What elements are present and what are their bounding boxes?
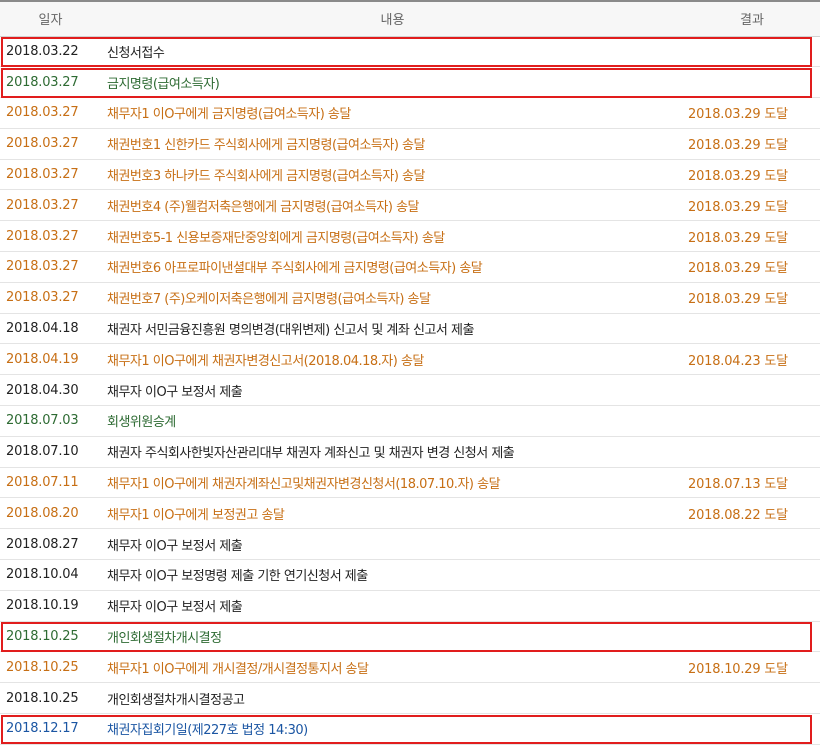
row-content: 개인회생절차개시결정 — [101, 621, 684, 653]
row-date: 2018.07.03 — [0, 405, 101, 437]
table-row: 2018.10.25 개인회생절차개시결정 — [0, 621, 820, 653]
row-content: 채권번호6 아프로파이낸셜대부 주식회사에게 금지명령(급여소득자) 송달 — [101, 251, 684, 283]
row-date: 2018.03.27 — [0, 189, 101, 222]
row-result — [684, 374, 820, 407]
table-row: 2018.03.27 채권번호3 하나카드 주식회사에게 금지명령(급여소득자) … — [0, 159, 820, 191]
row-date: 2018.03.27 — [0, 282, 101, 314]
table-row: 2018.03.27 채권번호7 (주)오케이저축은행에게 금지명령(급여소득자)… — [0, 282, 820, 314]
table-row: 2018.03.27 채권번호1 신한카드 주식회사에게 금지명령(급여소득자) … — [0, 128, 820, 160]
row-date: 2018.03.27 — [0, 159, 101, 191]
column-header-date: 일자 — [0, 0, 101, 37]
row-result: 2018.03.29 도달 — [684, 251, 820, 283]
row-content: 채무자 이O구 보정명령 제출 기한 연기신청서 제출 — [101, 559, 684, 591]
row-date: 2018.03.27 — [0, 128, 101, 160]
row-result — [684, 713, 820, 745]
table-row: 2018.03.27 채권번호5-1 신용보증재단중앙회에게 금지명령(급여소득자… — [0, 220, 820, 253]
row-date: 2018.10.25 — [0, 621, 101, 653]
table-row: 2018.08.27 채무자 이O구 보정서 제출 — [0, 528, 820, 561]
row-content: 회생위원승계 — [101, 405, 684, 437]
row-date: 2018.10.19 — [0, 590, 101, 622]
row-result: 2018.10.29 도달 — [684, 651, 820, 684]
row-date: 2018.07.10 — [0, 436, 101, 468]
row-content: 채무자 이O구 보정서 제출 — [101, 528, 684, 561]
row-result — [684, 405, 820, 437]
table-row: 2018.03.27 채권번호4 (주)웰컴저축은행에게 금지명령(급여소득자) … — [0, 189, 820, 222]
row-content: 채권번호7 (주)오케이저축은행에게 금지명령(급여소득자) 송달 — [101, 282, 684, 314]
row-content: 채무자1 이O구에게 금지명령(급여소득자) 송달 — [101, 97, 684, 129]
table-row: 2018.04.19 채무자1 이O구에게 채권자변경신고서(2018.04.18… — [0, 343, 820, 376]
table-row: 2018.10.25 채무자1 이O구에게 개시결정/개시결정통지서 송달 2018… — [0, 651, 820, 684]
row-content: 채무자 이O구 보정서 제출 — [101, 374, 684, 407]
row-date: 2018.04.18 — [0, 313, 101, 345]
row-date: 2018.10.04 — [0, 559, 101, 591]
row-result — [684, 559, 820, 591]
row-result: 2018.03.29 도달 — [684, 220, 820, 253]
column-header-content: 내용 — [101, 0, 684, 37]
row-result — [684, 436, 820, 468]
row-content: 금지명령(급여소득자) — [101, 66, 684, 99]
row-date: 2018.03.27 — [0, 66, 101, 99]
table-header: 일자 내용 결과 — [0, 0, 820, 37]
table-row: 2018.03.27 금지명령(급여소득자) — [0, 66, 820, 99]
row-date: 2018.12.17 — [0, 713, 101, 745]
table-row: 2018.03.27 채무자1 이O구에게 금지명령(급여소득자) 송달 2018.… — [0, 97, 820, 129]
table-row: 2018.10.19 채무자 이O구 보정서 제출 — [0, 590, 820, 622]
row-content: 채무자1 이O구에게 보정권고 송달 — [101, 497, 684, 530]
row-result: 2018.07.13 도달 — [684, 467, 820, 499]
table-row: 2018.07.10 채권자 주식회사한빛자산관리대부 채권자 계좌신고 및 채권… — [0, 436, 820, 468]
row-result — [684, 528, 820, 561]
table-row: 2018.04.30 채무자 이O구 보정서 제출 — [0, 374, 820, 407]
table-body: 2018.03.22 신청서접수 2018.03.27 금지명령(급여소득자) 2018… — [0, 36, 820, 745]
row-result — [684, 682, 820, 715]
row-date: 2018.03.27 — [0, 97, 101, 129]
row-date: 2018.03.22 — [0, 36, 101, 68]
row-result — [684, 313, 820, 345]
row-result: 2018.03.29 도달 — [684, 159, 820, 191]
row-result: 2018.03.29 도달 — [684, 282, 820, 314]
table-row: 2018.10.25 개인회생절차개시결정공고 — [0, 682, 820, 715]
row-content: 채권자집회기일(제227호 법정 14:30) — [101, 713, 684, 745]
table-row: 2018.04.18 채권자 서민금융진흥원 명의변경(대위변제) 신고서 및 계… — [0, 313, 820, 345]
row-date: 2018.04.19 — [0, 343, 101, 376]
row-date: 2018.04.30 — [0, 374, 101, 407]
row-date: 2018.03.27 — [0, 220, 101, 253]
row-content: 개인회생절차개시결정공고 — [101, 682, 684, 715]
row-result: 2018.03.29 도달 — [684, 189, 820, 222]
row-content: 채권자 서민금융진흥원 명의변경(대위변제) 신고서 및 계좌 신고서 제출 — [101, 313, 684, 345]
table-row: 2018.07.11 채무자1 이O구에게 채권자계좌신고및채권자변경신청서(18… — [0, 467, 820, 499]
row-date: 2018.10.25 — [0, 651, 101, 684]
table-row: 2018.10.04 채무자 이O구 보정명령 제출 기한 연기신청서 제출 — [0, 559, 820, 591]
row-content: 채무자 이O구 보정서 제출 — [101, 590, 684, 622]
row-result: 2018.08.22 도달 — [684, 497, 820, 530]
row-content: 채무자1 이O구에게 채권자계좌신고및채권자변경신청서(18.07.10.자) … — [101, 467, 684, 499]
table-header-row: 일자 내용 결과 — [0, 0, 820, 37]
row-result — [684, 621, 820, 653]
row-content: 채무자1 이O구에게 채권자변경신고서(2018.04.18.자) 송달 — [101, 343, 684, 376]
row-date: 2018.07.11 — [0, 467, 101, 499]
row-date: 2018.08.27 — [0, 528, 101, 561]
row-content: 채권자 주식회사한빛자산관리대부 채권자 계좌신고 및 채권자 변경 신청서 제… — [101, 436, 684, 468]
row-content: 채무자1 이O구에게 개시결정/개시결정통지서 송달 — [101, 651, 684, 684]
row-content: 채권번호1 신한카드 주식회사에게 금지명령(급여소득자) 송달 — [101, 128, 684, 160]
row-date: 2018.10.25 — [0, 682, 101, 715]
table-row: 2018.12.17 채권자집회기일(제227호 법정 14:30) — [0, 713, 820, 745]
row-result: 2018.04.23 도달 — [684, 343, 820, 376]
row-result: 2018.03.29 도달 — [684, 97, 820, 129]
row-result — [684, 590, 820, 622]
table-row: 2018.03.27 채권번호6 아프로파이낸셜대부 주식회사에게 금지명령(급여… — [0, 251, 820, 283]
table-row: 2018.03.22 신청서접수 — [0, 36, 820, 68]
row-content: 신청서접수 — [101, 36, 684, 68]
case-progress-table: 일자 내용 결과 2018.03.22 신청서접수 2018.03.27 금지명령(급… — [0, 0, 820, 745]
row-content: 채권번호4 (주)웰컴저축은행에게 금지명령(급여소득자) 송달 — [101, 189, 684, 222]
row-result: 2018.03.29 도달 — [684, 128, 820, 160]
row-result — [684, 66, 820, 99]
table-row: 2018.08.20 채무자1 이O구에게 보정권고 송달 2018.08.22 도… — [0, 497, 820, 530]
row-date: 2018.03.27 — [0, 251, 101, 283]
table-row: 2018.07.03 회생위원승계 — [0, 405, 820, 437]
column-header-result: 결과 — [684, 0, 820, 37]
row-content: 채권번호5-1 신용보증재단중앙회에게 금지명령(급여소득자) 송달 — [101, 220, 684, 253]
row-result — [684, 36, 820, 68]
row-content: 채권번호3 하나카드 주식회사에게 금지명령(급여소득자) 송달 — [101, 159, 684, 191]
row-date: 2018.08.20 — [0, 497, 101, 530]
